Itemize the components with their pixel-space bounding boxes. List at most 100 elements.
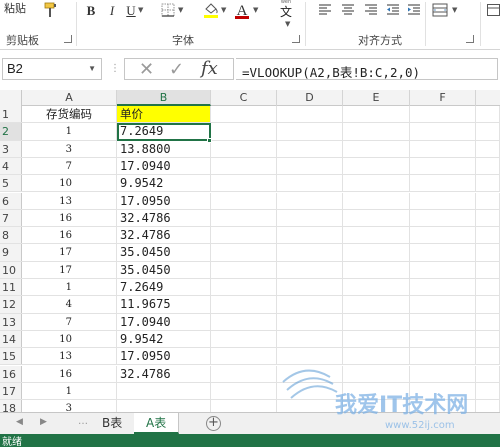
sheet-tab-b[interactable]: B表 [90,413,136,434]
cell-code[interactable]: 10 [22,175,117,192]
borders-dropdown-icon[interactable]: ▼ [178,6,183,14]
cell-empty[interactable] [211,279,277,296]
cell-price[interactable]: 7.2649 [117,279,211,296]
row-header[interactable]: 15 [0,348,22,365]
cell-empty[interactable] [476,192,500,209]
cell-price[interactable]: 11.9675 [117,296,211,313]
paste-label[interactable]: 粘贴 [4,0,26,16]
cell-empty[interactable] [277,209,343,227]
row-header[interactable]: 10 [0,261,22,278]
cell-code[interactable]: 1 [22,123,117,140]
insert-function-icon[interactable]: fx [201,58,218,79]
cell-empty[interactable] [277,382,343,400]
sheet-tab-a[interactable]: A表 [134,413,180,434]
cell-empty[interactable] [277,313,343,330]
cell-empty[interactable] [277,157,343,175]
cell-empty[interactable] [476,365,500,382]
clipboard-launcher-icon[interactable] [64,35,72,43]
cell-empty[interactable] [410,330,476,348]
format-painter-icon[interactable] [44,2,58,18]
fill-handle[interactable] [207,138,212,143]
name-box-dropdown-icon[interactable]: ▼ [88,64,96,73]
cell-price[interactable]: 32.4786 [117,365,211,382]
cell-empty[interactable] [277,140,343,157]
cell-price[interactable]: 9.9542 [117,330,211,348]
row-header[interactable]: 13 [0,313,22,330]
column-header-f[interactable]: F [410,90,476,106]
cell-code[interactable]: 1 [22,279,117,296]
cell-empty[interactable] [410,209,476,227]
next-sheet-icon[interactable]: ▶ [40,417,47,427]
name-box[interactable]: B2 ▼ [2,58,102,80]
cell-price[interactable]: 32.4786 [117,227,211,244]
cell-code[interactable]: 13 [22,192,117,209]
row-header[interactable]: 5 [0,175,22,192]
cell-empty[interactable] [277,296,343,313]
row-header[interactable]: 8 [0,227,22,244]
cell-header-code[interactable]: 存货编码 [22,106,117,123]
cell-empty[interactable] [476,348,500,365]
row-header[interactable]: 16 [0,365,22,382]
column-header-e[interactable]: E [343,90,410,106]
cell-empty[interactable] [211,106,277,123]
row-header[interactable]: 3 [0,140,22,157]
cell-empty[interactable] [211,175,277,192]
cell-empty[interactable] [343,313,410,330]
underline-dropdown-icon[interactable]: ▼ [138,6,143,14]
cell-empty[interactable] [410,348,476,365]
decrease-indent-icon[interactable] [386,4,400,16]
cell-code[interactable]: 16 [22,365,117,382]
cell-empty[interactable] [343,279,410,296]
cell-price[interactable] [117,382,211,400]
cell-empty[interactable] [343,382,410,400]
number-format-icon[interactable] [487,4,500,16]
cell-empty[interactable] [410,227,476,244]
cell-code[interactable]: 17 [22,244,117,261]
cell-empty[interactable] [277,192,343,209]
add-sheet-button[interactable]: + [206,416,221,431]
cancel-icon[interactable]: ✕ [139,59,154,80]
cell-empty[interactable] [211,227,277,244]
cell-empty[interactable] [343,365,410,382]
cell-empty[interactable] [211,123,277,140]
column-header-c[interactable]: C [211,90,277,106]
formula-input[interactable]: =VLOOKUP(A2,B表!B:C,2,0) [236,58,498,80]
row-header[interactable]: 11 [0,279,22,296]
cell-empty[interactable] [476,175,500,192]
cell-empty[interactable] [277,365,343,382]
cell-empty[interactable] [476,140,500,157]
cell-empty[interactable] [410,365,476,382]
column-header-b[interactable]: B [117,90,211,106]
cell-empty[interactable] [476,244,500,261]
enter-check-icon[interactable]: ✓ [169,59,184,80]
cell-empty[interactable] [277,244,343,261]
cell-empty[interactable] [343,157,410,175]
cell-code[interactable]: 7 [22,157,117,175]
cell-price[interactable]: 35.0450 [117,244,211,261]
cell-code[interactable]: 1 [22,382,117,400]
cell-empty[interactable] [343,348,410,365]
cell-empty[interactable] [343,227,410,244]
row-header[interactable]: 7 [0,209,22,227]
italic-button[interactable]: I [105,2,119,20]
cell-price[interactable]: 9.9542 [117,175,211,192]
cell-empty[interactable] [277,261,343,278]
cell-empty[interactable] [410,175,476,192]
prev-sheet-icon[interactable]: ◀ [16,417,23,427]
cell-empty[interactable] [476,106,500,123]
cell-empty[interactable] [211,209,277,227]
cell-empty[interactable] [410,123,476,140]
cell-empty[interactable] [476,313,500,330]
cell-empty[interactable] [476,296,500,313]
font-color-dropdown-icon[interactable]: ▼ [253,6,258,14]
cell-empty[interactable] [277,348,343,365]
cell-empty[interactable] [343,106,410,123]
cell-empty[interactable] [410,157,476,175]
alignment-launcher-icon[interactable] [466,35,474,43]
cell-empty[interactable] [211,348,277,365]
cell-empty[interactable] [211,365,277,382]
cell-empty[interactable] [211,313,277,330]
cell-code[interactable]: 16 [22,227,117,244]
cell-empty[interactable] [277,175,343,192]
column-header-a[interactable]: A [22,90,117,106]
